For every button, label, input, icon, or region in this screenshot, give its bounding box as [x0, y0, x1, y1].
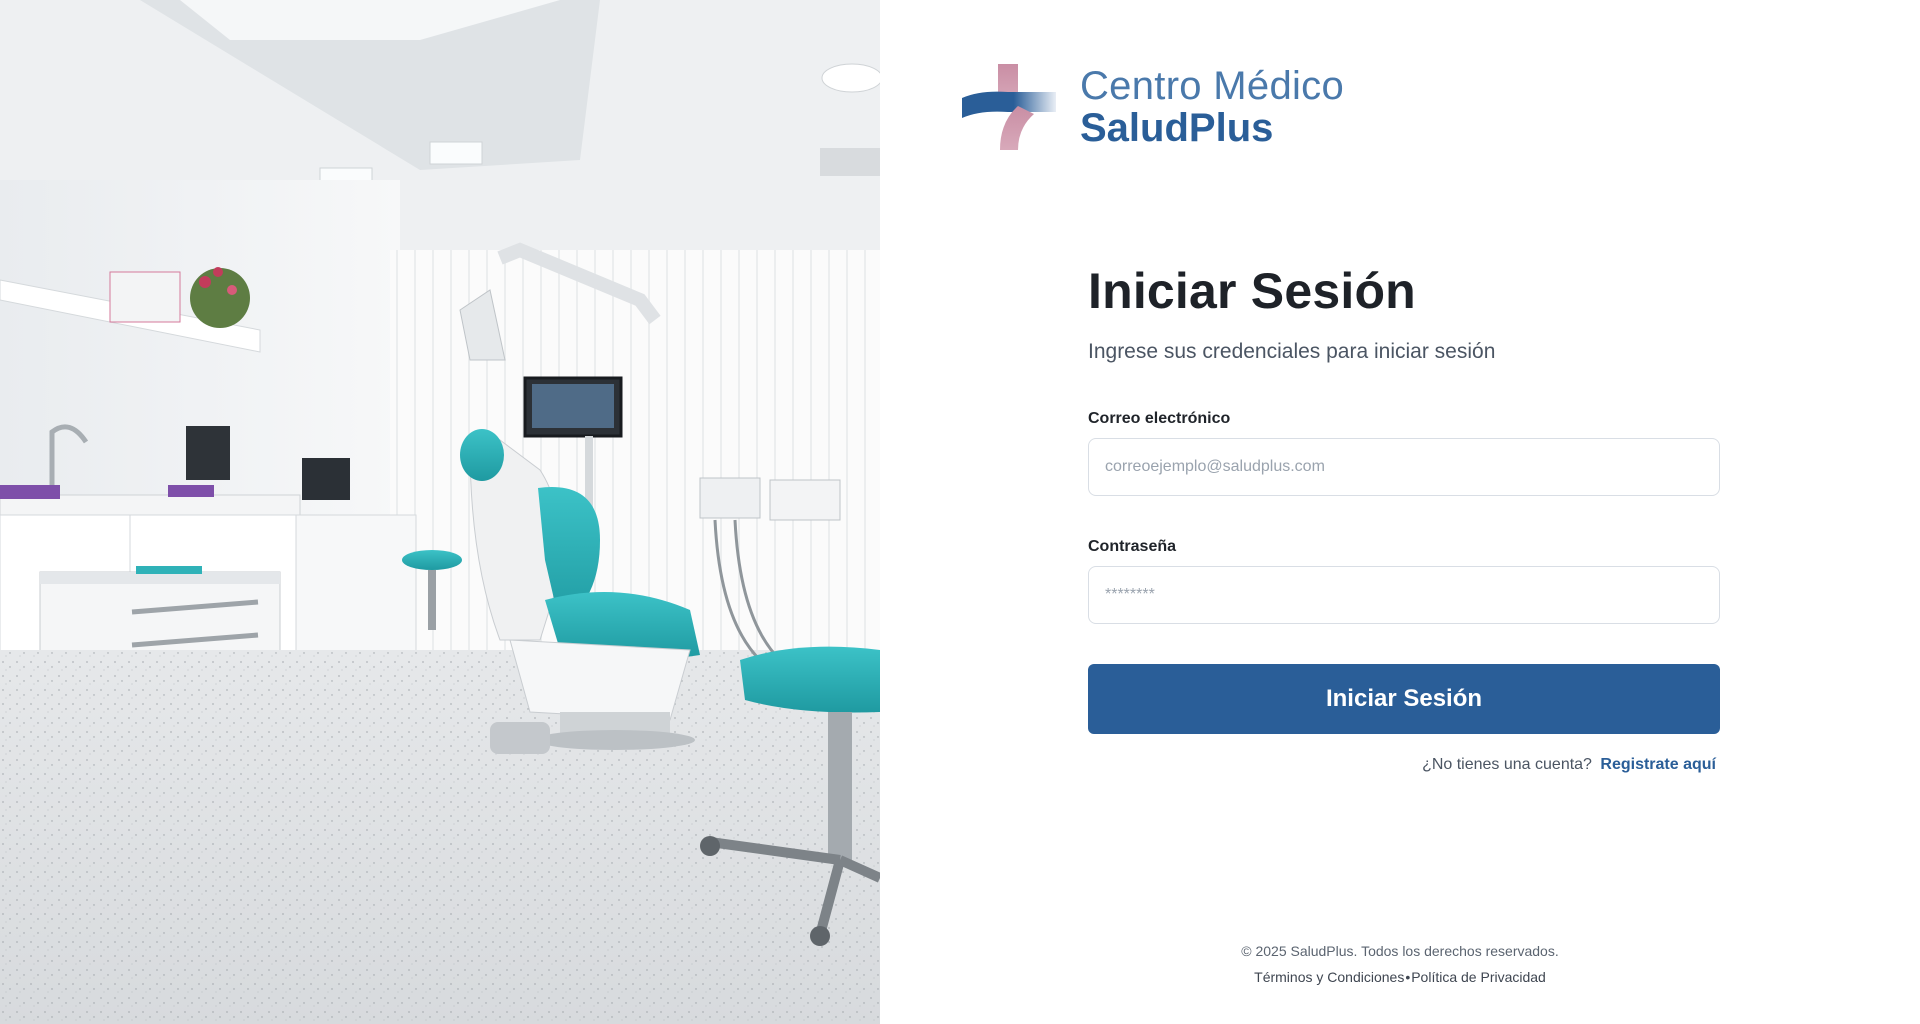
brand-name-line2: SaludPlus: [1080, 106, 1274, 150]
login-panel: Centro Médico SaludPlus Iniciar Sesión I…: [880, 0, 1920, 1024]
password-field[interactable]: [1088, 566, 1720, 624]
password-label: Contraseña: [1088, 538, 1177, 555]
footer-separator: •: [1405, 969, 1411, 985]
login-form: Iniciar Sesión Ingrese sus credenciales …: [1088, 262, 1720, 774]
terms-link[interactable]: Términos y Condiciones: [1254, 969, 1404, 985]
footer: © 2025 SaludPlus. Todos los derechos res…: [880, 943, 1920, 985]
privacy-link[interactable]: Política de Privacidad: [1411, 969, 1546, 985]
register-prompt-row: ¿No tienes una cuenta? Registrate aquí: [1088, 756, 1720, 774]
medical-cross-logo: [962, 64, 1056, 150]
brand-header: Centro Médico SaludPlus: [960, 62, 1344, 152]
footer-copyright: © 2025 SaludPlus. Todos los derechos res…: [1241, 943, 1559, 959]
login-button[interactable]: Iniciar Sesión: [1088, 664, 1720, 734]
email-field[interactable]: [1088, 438, 1720, 496]
register-prompt-text: ¿No tienes una cuenta?: [1422, 756, 1592, 773]
footer-links: Términos y Condiciones•Política de Priva…: [880, 969, 1920, 985]
register-link[interactable]: Registrate aquí: [1600, 756, 1716, 773]
page-title: Iniciar Sesión: [1088, 263, 1416, 319]
page-subtitle: Ingrese sus credenciales para iniciar se…: [1088, 340, 1496, 363]
dental-clinic-photo: [0, 0, 880, 1024]
brand-name-line1: Centro Médico: [1080, 64, 1345, 108]
email-label: Correo electrónico: [1088, 410, 1231, 427]
